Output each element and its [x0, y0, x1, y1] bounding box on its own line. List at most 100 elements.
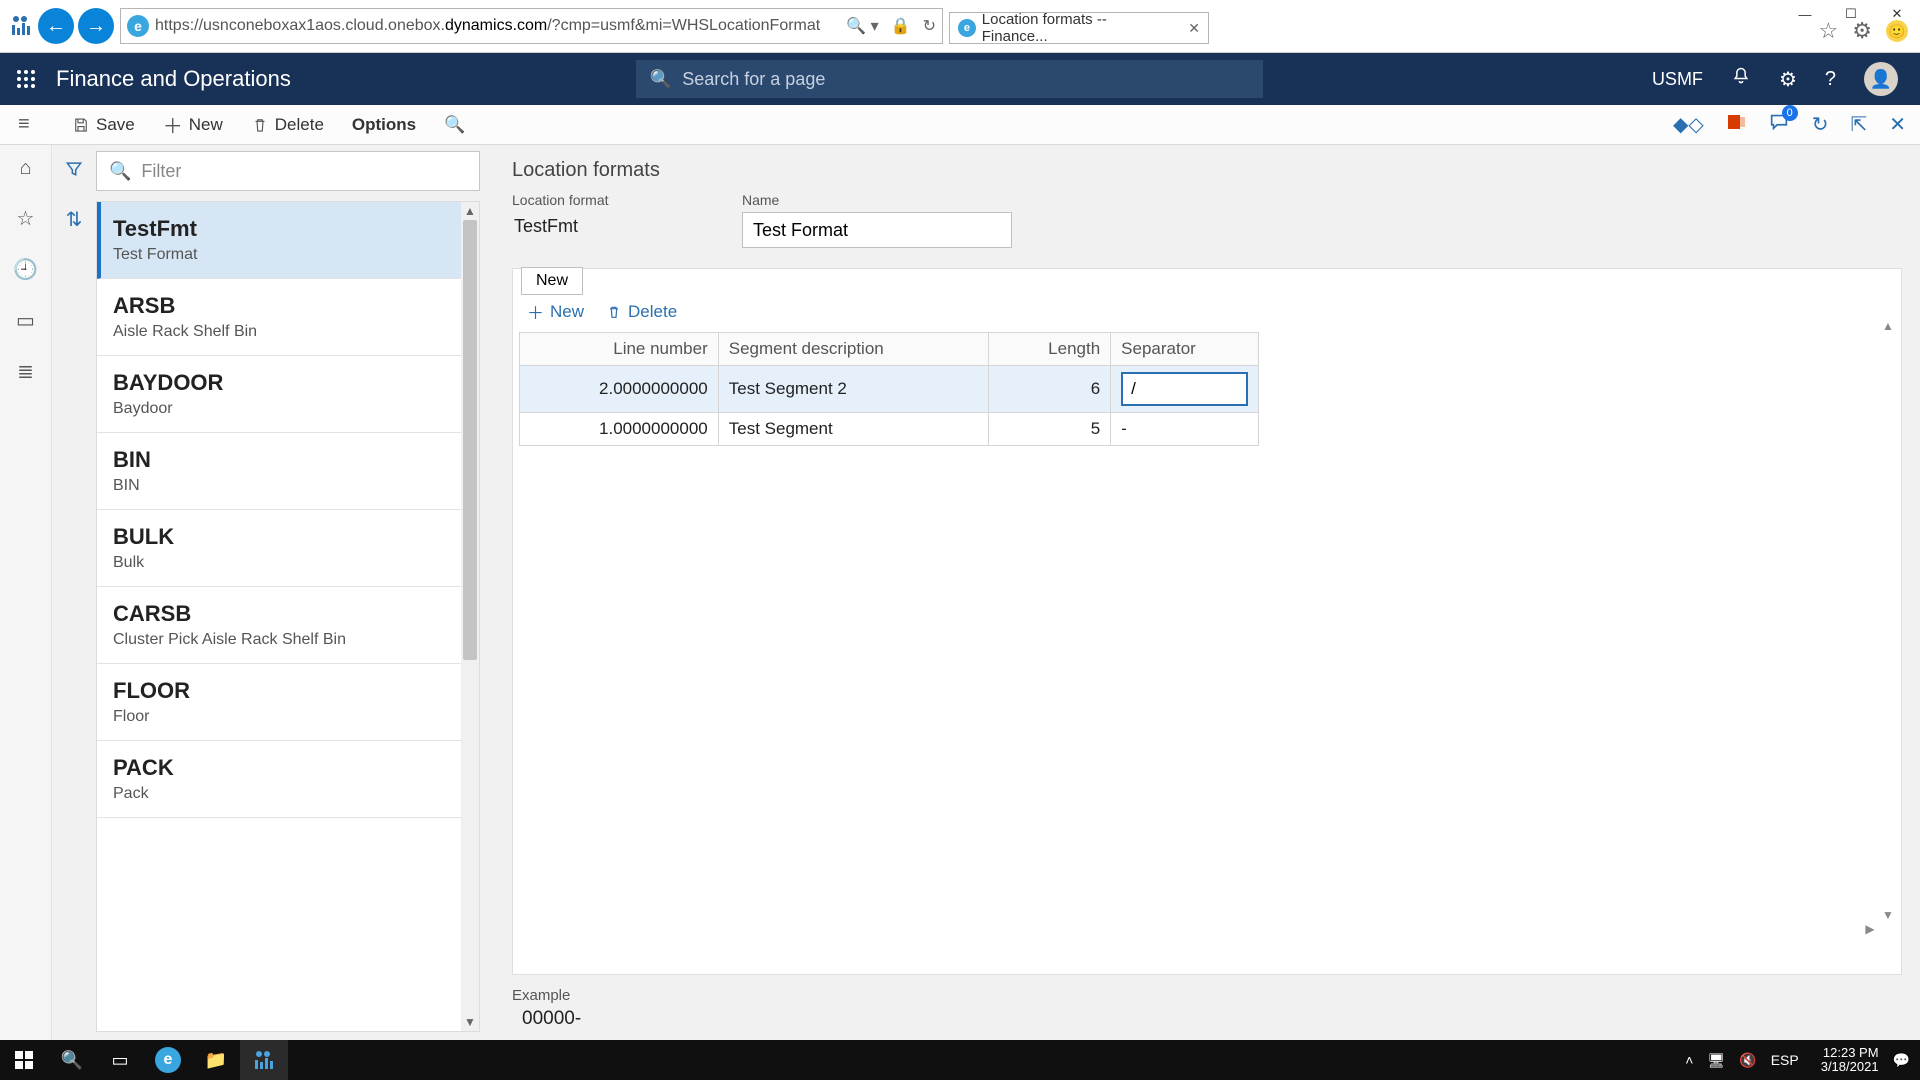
col-length[interactable]: Length [988, 333, 1110, 366]
options-button[interactable]: Options [338, 105, 430, 144]
tray-clock[interactable]: 12:23 PM 3/18/2021 [1821, 1046, 1879, 1075]
rail-modules-icon[interactable]: ≣ [17, 359, 34, 384]
list-item[interactable]: TestFmtTest Format [97, 202, 479, 279]
taskbar-search-icon[interactable]: 🔍 [48, 1040, 96, 1080]
cell-separator[interactable]: - [1111, 413, 1259, 446]
global-search[interactable]: 🔍 Search for a page [636, 60, 1263, 98]
app-launcher-waffle-icon[interactable] [0, 53, 52, 105]
scroll-down-icon[interactable]: ▼ [461, 1013, 479, 1031]
refresh-page-icon[interactable]: ↻ [1812, 112, 1829, 137]
tab-close-icon[interactable]: ✕ [1188, 20, 1200, 37]
list-item[interactable]: PACKPack [97, 741, 479, 818]
favorites-star-icon[interactable]: ☆ [1819, 18, 1839, 44]
ssl-lock-icon[interactable]: 🔒 [891, 16, 911, 36]
browser-tab[interactable]: e Location formats -- Finance... ✕ [949, 12, 1209, 44]
cell-separator[interactable] [1111, 366, 1259, 413]
tray-volume-icon[interactable]: 🔇 [1739, 1052, 1756, 1069]
record-list: TestFmtTest FormatARSBAisle Rack Shelf B… [96, 201, 480, 1032]
tab-title: Location formats -- Finance... [982, 11, 1175, 45]
search-dropdown-icon[interactable]: 🔍 ▾ [846, 16, 878, 36]
refresh-icon[interactable]: ↻ [923, 16, 936, 36]
list-filter-funnel-icon[interactable] [64, 159, 84, 185]
list-item-desc: BIN [113, 477, 463, 495]
list-item-desc: Aisle Rack Shelf Bin [113, 323, 463, 341]
address-bar[interactable]: e https://usnconeboxax1aos.cloud.onebox.… [120, 8, 943, 44]
grid-row[interactable]: 1.0000000000Test Segment5- [520, 413, 1259, 446]
tray-chevron-icon[interactable]: ˄ [1685, 1052, 1693, 1068]
scroll-up-icon[interactable]: ▲ [461, 202, 479, 220]
browser-back-button[interactable]: ← [38, 8, 74, 44]
taskbar-ie-icon[interactable]: e [144, 1040, 192, 1080]
notifications-bell-icon[interactable] [1731, 66, 1751, 92]
taskbar-explorer-icon[interactable]: 📁 [192, 1040, 240, 1080]
list-item[interactable]: BINBIN [97, 433, 479, 510]
tray-network-icon[interactable]: 🖥 [1707, 1052, 1725, 1069]
list-item-code: PACK [113, 755, 463, 781]
col-segment-description[interactable]: Segment description [718, 333, 988, 366]
taskbar-app-icon[interactable] [240, 1040, 288, 1080]
grid-scroll-down-icon[interactable]: ▼ [1879, 906, 1897, 924]
start-button[interactable] [0, 1040, 48, 1080]
rail-home-icon[interactable]: ⌂ [19, 157, 31, 180]
rail-favorites-icon[interactable]: ☆ [17, 206, 35, 231]
url-text-domain: dynamics.com [445, 17, 547, 35]
col-line-number[interactable]: Line number [520, 333, 719, 366]
close-page-icon[interactable]: ✕ [1889, 112, 1906, 137]
grid-new-button[interactable]: ＋New [527, 299, 584, 324]
new-button[interactable]: ＋ New [149, 105, 237, 144]
col-separator[interactable]: Separator [1111, 333, 1259, 366]
cell-segment-description[interactable]: Test Segment 2 [718, 366, 988, 413]
grid-scroll-right-icon[interactable]: ▶ [1861, 920, 1879, 938]
settings-gear-icon[interactable]: ⚙ [1779, 67, 1797, 92]
browser-settings-gear-icon[interactable]: ⚙ [1852, 18, 1872, 44]
name-input[interactable] [742, 212, 1012, 248]
location-format-value[interactable]: TestFmt [512, 212, 712, 241]
user-avatar[interactable]: 👤 [1864, 62, 1898, 96]
company-picker[interactable]: USMF [1652, 69, 1703, 90]
grid-delete-button[interactable]: Delete [606, 302, 677, 322]
list-item-desc: Baydoor [113, 400, 463, 418]
cell-length[interactable]: 5 [988, 413, 1110, 446]
messages-icon[interactable]: 0 [1768, 111, 1790, 139]
list-item[interactable]: BULKBulk [97, 510, 479, 587]
popout-icon[interactable]: ⇱ [1850, 112, 1867, 137]
grid-h-scrollbar[interactable]: ▶ [519, 920, 1879, 938]
help-icon[interactable]: ? [1825, 68, 1836, 91]
scroll-thumb[interactable] [463, 220, 477, 660]
separator-input[interactable] [1121, 372, 1248, 406]
rail-recent-icon[interactable]: 🕘 [13, 257, 38, 282]
cell-line-number[interactable]: 1.0000000000 [520, 413, 719, 446]
attachments-icon[interactable]: ◆◇ [1673, 112, 1704, 137]
example-value: 00000- [512, 1008, 1902, 1030]
grid-row[interactable]: 2.0000000000Test Segment 26 [520, 366, 1259, 413]
cell-length[interactable]: 6 [988, 366, 1110, 413]
cell-line-number[interactable]: 2.0000000000 [520, 366, 719, 413]
grid-v-scrollbar[interactable]: ▲ ▼ [1879, 317, 1897, 924]
list-item[interactable]: BAYDOORBaydoor [97, 356, 479, 433]
list-item[interactable]: ARSBAisle Rack Shelf Bin [97, 279, 479, 356]
list-item[interactable]: CARSBCluster Pick Aisle Rack Shelf Bin [97, 587, 479, 664]
tray-language[interactable]: ESP [1771, 1052, 1799, 1068]
cell-segment-description[interactable]: Test Segment [718, 413, 988, 446]
nav-hamburger-icon[interactable]: ≡ [18, 113, 30, 136]
delete-button[interactable]: Delete [237, 105, 338, 144]
save-button[interactable]: Save [58, 105, 149, 144]
list-sort-icon[interactable]: ⇅ [66, 207, 83, 232]
list-filter-input[interactable]: 🔍 Filter [96, 151, 480, 191]
d365-header: Finance and Operations 🔍 Search for a pa… [0, 53, 1920, 105]
list-item[interactable]: FLOORFloor [97, 664, 479, 741]
messages-count: 0 [1782, 105, 1798, 121]
feedback-smiley-icon[interactable]: 🙂 [1886, 20, 1908, 42]
office-addin-icon[interactable] [1726, 112, 1746, 138]
task-view-icon[interactable]: ▭ [96, 1040, 144, 1080]
list-item-code: TestFmt [113, 216, 463, 242]
action-center-icon[interactable]: 💬 [1893, 1052, 1910, 1069]
browser-forward-button[interactable]: → [78, 8, 114, 44]
rail-workspaces-icon[interactable]: ▭ [16, 308, 35, 333]
details-new-tab[interactable]: New [521, 267, 583, 295]
filter-search-icon: 🔍 [109, 161, 131, 182]
list-scrollbar[interactable]: ▲ ▼ [461, 202, 479, 1031]
grid-scroll-up-icon[interactable]: ▲ [1879, 317, 1897, 335]
browser-chrome: ― ☐ ✕ ← → e https://usnconeboxax1aos.clo… [0, 0, 1920, 53]
action-search-icon[interactable]: 🔍 [430, 105, 479, 144]
